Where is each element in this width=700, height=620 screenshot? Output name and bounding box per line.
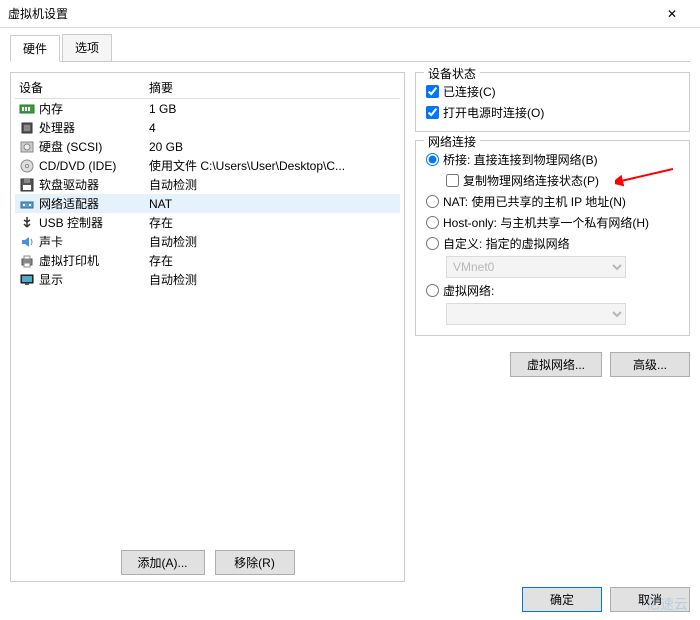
bridged-radio[interactable] — [426, 153, 439, 166]
memory-icon — [19, 101, 35, 117]
disk-icon — [19, 139, 35, 155]
device-name: USB 控制器 — [39, 214, 103, 231]
connected-label: 已连接(C) — [443, 83, 496, 100]
table-row[interactable]: 虚拟打印机 存在 — [15, 251, 400, 270]
hostonly-label: Host-only: 与主机共享一个私有网络(H) — [443, 214, 649, 231]
vmnet-select: VMnet0 — [446, 256, 626, 278]
device-summary: 存在 — [145, 252, 400, 269]
window-title: 虚拟机设置 — [8, 5, 652, 22]
device-name: 声卡 — [39, 233, 63, 250]
connect-at-power-checkbox[interactable] — [426, 106, 439, 119]
virtual-radio-row[interactable]: 虚拟网络: — [426, 280, 679, 301]
device-summary: NAT — [145, 197, 400, 211]
table-row[interactable]: USB 控制器 存在 — [15, 213, 400, 232]
connected-checkbox-row[interactable]: 已连接(C) — [426, 81, 679, 102]
close-icon: ✕ — [667, 7, 677, 21]
tab-hardware[interactable]: 硬件 — [10, 35, 60, 62]
hostonly-radio[interactable] — [426, 216, 439, 229]
virtual-network-button[interactable]: 虚拟网络... — [510, 352, 602, 377]
device-status-group: 设备状态 已连接(C) 打开电源时连接(O) — [415, 72, 690, 132]
custom-radio-row[interactable]: 自定义: 指定的虚拟网络 — [426, 233, 679, 254]
custom-label: 自定义: 指定的虚拟网络 — [443, 235, 570, 252]
bridged-label: 桥接: 直接连接到物理网络(B) — [443, 151, 598, 168]
remove-button[interactable]: 移除(R) — [215, 550, 295, 575]
table-row[interactable]: 处理器 4 — [15, 118, 400, 137]
cancel-button[interactable]: 取消 — [610, 587, 690, 612]
tab-bar: 硬件 选项 — [10, 34, 690, 62]
device-name: 软盘驱动器 — [39, 176, 99, 193]
virtual-select — [446, 303, 626, 325]
device-summary: 自动检测 — [145, 176, 400, 193]
hardware-list-panel: 设备 摘要 内存 1 GB 处理器 4 硬盘 (SCSI) 20 GB CD/DVD (ID… — [10, 72, 405, 582]
table-row[interactable]: 软盘驱动器 自动检测 — [15, 175, 400, 194]
device-name: 处理器 — [39, 119, 75, 136]
ok-button[interactable]: 确定 — [522, 587, 602, 612]
network-icon — [19, 196, 35, 212]
device-summary: 1 GB — [145, 102, 400, 116]
bridged-radio-row[interactable]: 桥接: 直接连接到物理网络(B) — [426, 149, 679, 170]
table-row[interactable]: 内存 1 GB — [15, 99, 400, 118]
table-row[interactable]: 显示 自动检测 — [15, 270, 400, 289]
device-summary: 使用文件 C:\Users\User\Desktop\C... — [145, 157, 400, 174]
device-summary: 存在 — [145, 214, 400, 231]
usb-icon — [19, 215, 35, 231]
device-summary: 自动检测 — [145, 271, 400, 288]
custom-radio[interactable] — [426, 237, 439, 250]
advanced-button[interactable]: 高级... — [610, 352, 690, 377]
tab-options[interactable]: 选项 — [62, 34, 112, 61]
column-header-summary[interactable]: 摘要 — [145, 79, 400, 96]
table-row[interactable]: 声卡 自动检测 — [15, 232, 400, 251]
connect-at-power-row[interactable]: 打开电源时连接(O) — [426, 102, 679, 123]
close-button[interactable]: ✕ — [652, 0, 692, 28]
display-icon — [19, 272, 35, 288]
virtual-label: 虚拟网络: — [443, 282, 494, 299]
device-summary: 自动检测 — [145, 233, 400, 250]
add-button[interactable]: 添加(A)... — [121, 550, 205, 575]
nat-label: NAT: 使用已共享的主机 IP 地址(N) — [443, 193, 626, 210]
device-status-title: 设备状态 — [424, 65, 480, 82]
network-connection-group: 网络连接 桥接: 直接连接到物理网络(B) 复制物理网络连接状态(P) NAT:… — [415, 140, 690, 336]
cpu-icon — [19, 120, 35, 136]
replicate-label: 复制物理网络连接状态(P) — [463, 172, 599, 189]
cd-icon — [19, 158, 35, 174]
device-name: 虚拟打印机 — [39, 252, 99, 269]
device-name: CD/DVD (IDE) — [39, 159, 116, 173]
table-row[interactable]: CD/DVD (IDE) 使用文件 C:\Users\User\Desktop\C… — [15, 156, 400, 175]
virtual-radio[interactable] — [426, 284, 439, 297]
connect-at-power-label: 打开电源时连接(O) — [443, 104, 544, 121]
device-summary: 20 GB — [145, 140, 400, 154]
floppy-icon — [19, 177, 35, 193]
device-name: 硬盘 (SCSI) — [39, 138, 102, 155]
device-summary: 4 — [145, 121, 400, 135]
nat-radio[interactable] — [426, 195, 439, 208]
device-name: 网络适配器 — [39, 195, 99, 212]
printer-icon — [19, 253, 35, 269]
sound-icon — [19, 234, 35, 250]
table-row[interactable]: 网络适配器 NAT — [15, 194, 400, 213]
device-name: 显示 — [39, 271, 63, 288]
column-header-device[interactable]: 设备 — [15, 79, 145, 96]
connected-checkbox[interactable] — [426, 85, 439, 98]
network-title: 网络连接 — [424, 133, 480, 150]
replicate-row[interactable]: 复制物理网络连接状态(P) — [446, 170, 679, 191]
hostonly-radio-row[interactable]: Host-only: 与主机共享一个私有网络(H) — [426, 212, 679, 233]
nat-radio-row[interactable]: NAT: 使用已共享的主机 IP 地址(N) — [426, 191, 679, 212]
replicate-checkbox[interactable] — [446, 174, 459, 187]
table-row[interactable]: 硬盘 (SCSI) 20 GB — [15, 137, 400, 156]
device-name: 内存 — [39, 100, 63, 117]
